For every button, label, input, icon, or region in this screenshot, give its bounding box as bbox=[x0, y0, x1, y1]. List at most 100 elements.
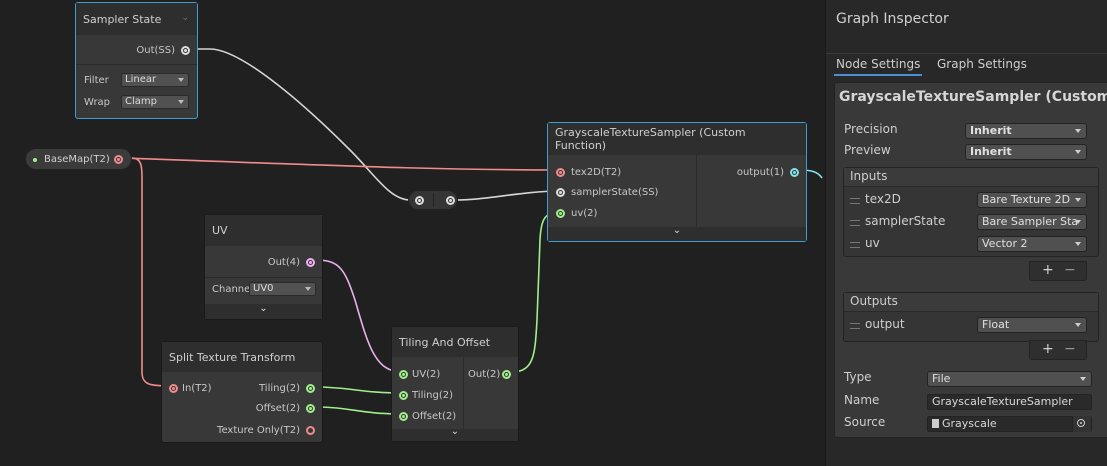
filter-dropdown[interactable]: Linear bbox=[121, 73, 189, 87]
file-icon bbox=[932, 419, 939, 428]
port-out-2-dot[interactable] bbox=[502, 370, 511, 379]
inspector-tabs: Node Settings Graph Settings bbox=[826, 53, 1107, 76]
port-offset-dot[interactable] bbox=[306, 404, 315, 413]
node-header[interactable]: Tiling And Offset bbox=[392, 327, 518, 357]
port-samplerstate-dot[interactable] bbox=[556, 188, 565, 197]
caret-icon bbox=[1080, 377, 1086, 381]
list-item[interactable]: tex2D Bare Texture 2D bbox=[844, 190, 1098, 212]
port-tiling[interactable]: Tiling(2) bbox=[259, 383, 300, 394]
node-expand-bar[interactable]: ⌄ bbox=[548, 225, 806, 241]
port-uv2-dot[interactable] bbox=[556, 209, 565, 218]
name-field[interactable]: GrayscaleTextureSampler bbox=[927, 394, 1092, 410]
node-header[interactable]: UV bbox=[205, 215, 322, 246]
port-uv-dot[interactable] bbox=[399, 370, 408, 379]
node-title: Sampler State bbox=[83, 12, 162, 26]
drag-handle-icon[interactable] bbox=[850, 220, 860, 226]
port-out-4-dot[interactable] bbox=[306, 258, 315, 267]
property-label: BaseMap(T2) bbox=[44, 154, 110, 165]
port-offset[interactable]: Offset(2) bbox=[256, 403, 300, 414]
add-output-button[interactable]: + bbox=[1042, 341, 1054, 357]
reroute-node[interactable] bbox=[408, 190, 458, 210]
port-tex2d-dot[interactable] bbox=[556, 168, 565, 177]
port-offset-in[interactable]: Offset(2) bbox=[412, 411, 456, 422]
port-tiling-in-dot[interactable] bbox=[399, 391, 408, 400]
reroute-input-port[interactable] bbox=[415, 196, 424, 205]
inputs-list: Inputs tex2D Bare Texture 2D samplerStat… bbox=[843, 167, 1099, 257]
input-type-dropdown[interactable]: Vector 2 bbox=[977, 236, 1087, 252]
node-expand-bar[interactable]: ⌄ bbox=[392, 426, 518, 441]
property-dot-icon bbox=[33, 158, 37, 162]
port-out-ss[interactable]: Out(SS) bbox=[136, 45, 175, 56]
port-tiling-dot[interactable] bbox=[306, 384, 315, 393]
port-out-4[interactable]: Out(4) bbox=[268, 257, 300, 268]
list-item[interactable]: samplerState Bare Sampler Sta bbox=[844, 212, 1098, 234]
channel-label: Channe bbox=[212, 284, 251, 295]
precision-dropdown[interactable]: Inherit bbox=[965, 123, 1087, 139]
node-header[interactable]: GrayscaleTextureSampler (Custom Function… bbox=[548, 123, 806, 155]
port-tiling-in[interactable]: Tiling(2) bbox=[412, 390, 453, 401]
port-texture-only[interactable]: Texture Only(T2) bbox=[217, 425, 300, 436]
port-uv[interactable]: UV(2) bbox=[412, 369, 440, 380]
object-picker-icon[interactable] bbox=[1072, 416, 1091, 432]
port-label: Out(SS) bbox=[136, 45, 175, 56]
tiling-and-offset-node[interactable]: Tiling And Offset UV(2) Tiling(2) Offset… bbox=[391, 326, 519, 442]
remove-input-button[interactable]: − bbox=[1064, 262, 1076, 278]
preview-dropdown[interactable]: Inherit bbox=[965, 144, 1087, 160]
remove-output-button[interactable]: − bbox=[1064, 341, 1076, 357]
port-output-dot[interactable] bbox=[790, 168, 799, 177]
caret-icon bbox=[305, 287, 311, 291]
channel-dropdown[interactable]: UV0 bbox=[249, 282, 316, 296]
node-title: UV bbox=[212, 224, 228, 237]
chevron-down-icon[interactable]: ⌄ bbox=[548, 225, 806, 236]
port-tex2d[interactable]: tex2D(T2) bbox=[571, 167, 621, 178]
port-texture-only-dot[interactable] bbox=[306, 426, 315, 435]
reroute-output-port[interactable] bbox=[446, 196, 455, 205]
tab-graph-settings[interactable]: Graph Settings bbox=[937, 54, 1027, 74]
preview-label: Preview bbox=[844, 143, 891, 157]
output-type-dropdown[interactable]: Float bbox=[977, 317, 1087, 333]
outputs-header: Outputs bbox=[850, 294, 898, 308]
list-item[interactable]: output Float bbox=[844, 315, 1098, 337]
wire-tiling-to-tiling bbox=[315, 386, 403, 394]
port-samplerstate[interactable]: samplerState(SS) bbox=[571, 187, 658, 198]
custom-function-node[interactable]: GrayscaleTextureSampler (Custom Function… bbox=[547, 122, 807, 242]
caret-icon bbox=[1075, 242, 1081, 246]
basemap-output-port[interactable] bbox=[114, 155, 123, 164]
sampler-state-node[interactable]: Sampler State ⌄ Out(SS) Filter Linear Wr… bbox=[75, 2, 198, 119]
wrap-value: Clamp bbox=[125, 96, 157, 107]
wire-sampler-to-reroute bbox=[190, 48, 411, 201]
node-expand-bar[interactable]: ⌄ bbox=[205, 303, 322, 319]
port-out-ss-dot[interactable] bbox=[181, 46, 190, 55]
split-texture-transform-node[interactable]: Split Texture Transform In(T2) Tiling(2)… bbox=[161, 341, 323, 443]
port-in-t2[interactable]: In(T2) bbox=[182, 383, 212, 394]
port-output[interactable]: output(1) bbox=[737, 167, 784, 178]
source-field[interactable]: Grayscale bbox=[927, 416, 1092, 432]
tab-node-settings[interactable]: Node Settings bbox=[834, 54, 923, 76]
drag-handle-icon[interactable] bbox=[850, 242, 860, 248]
node-header[interactable]: Split Texture Transform bbox=[162, 342, 322, 372]
input-type-dropdown[interactable]: Bare Sampler Sta bbox=[977, 214, 1087, 230]
drag-handle-icon[interactable] bbox=[850, 198, 860, 204]
input-type-value: Bare Sampler Sta bbox=[982, 215, 1079, 228]
uv-node[interactable]: UV Out(4) Channe UV0 ⌄ bbox=[204, 214, 323, 320]
wire-offset-to-offset bbox=[315, 406, 403, 415]
type-dropdown[interactable]: File bbox=[927, 371, 1092, 387]
port-offset-in-dot[interactable] bbox=[399, 412, 408, 421]
wrap-dropdown[interactable]: Clamp bbox=[121, 95, 189, 109]
chevron-down-icon[interactable]: ⌄ bbox=[392, 426, 518, 437]
basemap-property-node[interactable]: BaseMap(T2) bbox=[25, 148, 132, 170]
node-header[interactable]: Sampler State ⌄ bbox=[76, 3, 197, 35]
chevron-down-icon[interactable]: ⌄ bbox=[205, 303, 322, 314]
port-uv2[interactable]: uv(2) bbox=[571, 208, 597, 219]
add-input-button[interactable]: + bbox=[1042, 262, 1054, 278]
input-type-value: Bare Texture 2D bbox=[982, 193, 1071, 206]
port-in-t2-dot[interactable] bbox=[169, 384, 178, 393]
collapse-chevron-icon[interactable]: ⌄ bbox=[181, 13, 189, 23]
wire-basemap-to-tex2d bbox=[119, 157, 563, 171]
port-out-2[interactable]: Out(2) bbox=[468, 369, 500, 380]
outputs-list: Outputs output Float bbox=[843, 292, 1099, 342]
port-label: Texture Only(T2) bbox=[217, 425, 300, 436]
input-type-dropdown[interactable]: Bare Texture 2D bbox=[977, 192, 1087, 208]
drag-handle-icon[interactable] bbox=[850, 323, 860, 329]
list-item[interactable]: uv Vector 2 bbox=[844, 234, 1098, 256]
